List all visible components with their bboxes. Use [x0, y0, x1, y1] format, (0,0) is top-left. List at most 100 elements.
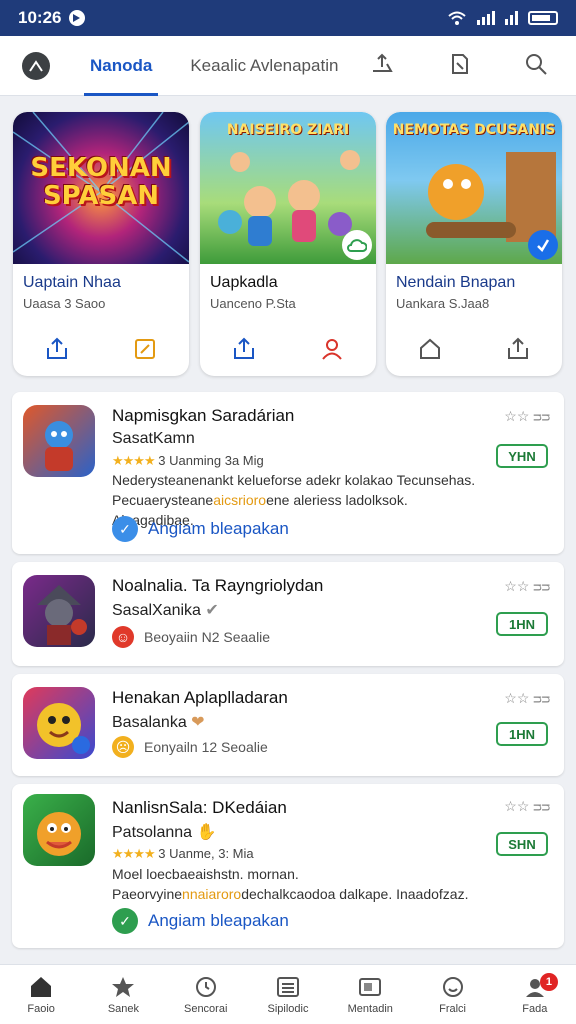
- app-description: Moel loecbaeaishstn. mornan. Paeorvyinen…: [112, 864, 492, 904]
- game-art: NEMOTAS DCUSANIS: [386, 112, 562, 264]
- app-name: Henakan Aplaplladaran: [112, 688, 288, 707]
- status-bar: 10:26: [0, 0, 576, 36]
- app-name: NanlisnSala: DKedáian: [112, 798, 287, 817]
- install-button[interactable]: 1HN: [496, 722, 548, 746]
- card-title: Nendain Bnapan: [396, 274, 516, 291]
- game-art: SEKONAN SPASAN: [13, 112, 189, 264]
- cloud-icon: [347, 239, 367, 252]
- top-tab-bar: Nanoda Keaalic Avlenapatin: [0, 36, 576, 96]
- nav-label: Fralci: [439, 1002, 466, 1015]
- verified-badge: [528, 230, 558, 260]
- share-icon[interactable]: [368, 50, 396, 78]
- app-developer: Patsolanna ✋: [112, 824, 217, 841]
- nav-media[interactable]: Mentadin: [329, 965, 411, 1024]
- description-line: Moel loecbaeaishstn. mornan.: [112, 866, 299, 882]
- status-time: 10:26: [18, 8, 62, 27]
- promo-link[interactable]: ✓ Angiam bleapakan: [112, 908, 289, 934]
- meta-label: Eonyailn 12 Seoalie: [144, 739, 268, 755]
- app-developer: SasalXanika ✔: [112, 602, 219, 619]
- meta-label: Beoyaiin N2 Seaalie: [144, 629, 271, 645]
- media-icon: [357, 975, 383, 999]
- game-art: NAISEIRO ZIARI: [200, 112, 376, 264]
- app-name: Napmisgkan Saradárian: [112, 406, 295, 425]
- list-item[interactable]: Napmisgkan Saradárian SasatKamn ★★★★ 3 U…: [12, 392, 564, 554]
- app-developer: Basalanka ❤: [112, 714, 205, 731]
- install-button[interactable]: YHN: [496, 444, 548, 468]
- share-icon[interactable]: [505, 336, 531, 362]
- rating-stars: ★★★★: [112, 453, 156, 468]
- app-developer: SasatKamn: [112, 430, 195, 447]
- account-icon: [29, 59, 43, 72]
- featured-card[interactable]: NAISEIRO ZIARI Uapkadla Uanceno P.Sta: [200, 112, 376, 376]
- tab-nanoda[interactable]: Nanoda: [83, 36, 159, 96]
- promo-label: Angiam bleapakan: [148, 519, 289, 538]
- nav-apps[interactable]: Sencorai: [165, 965, 247, 1024]
- description-line: Nederysteanenankt kelueforse adekr kolak…: [112, 472, 476, 488]
- install-button[interactable]: SHN: [496, 832, 548, 856]
- promo-label: Angiam bleapakan: [148, 911, 289, 930]
- rating-text: 3 Uanme, 3: Mia: [158, 846, 254, 861]
- game-art-title: NEMOTAS DCUSANIS: [392, 122, 556, 138]
- home-outline-icon[interactable]: [417, 336, 443, 362]
- card-subtitle: Uankara S.Jaa8: [396, 296, 490, 311]
- app-rating: ★★★★ 3 Uanme, 3: Mia: [112, 846, 254, 862]
- nav-label: Sipilodic: [267, 1002, 309, 1015]
- install-button[interactable]: 1HN: [496, 612, 548, 636]
- tab-second[interactable]: Keaalic Avlenapatin: [190, 36, 338, 96]
- bookmark-icon[interactable]: [446, 50, 474, 78]
- nav-library[interactable]: Sipilodic: [247, 965, 329, 1024]
- bottom-navigation: Faoio Sanek Sencorai Sipilodic Mentadin …: [0, 964, 576, 1024]
- nav-label: Fada: [522, 1002, 548, 1015]
- telegram-icon: [69, 10, 86, 26]
- wishlist-stars-icon[interactable]: ☆☆ ᴝᴝ: [504, 408, 550, 425]
- signal-2-icon: [505, 11, 518, 25]
- list-item[interactable]: Henakan Aplaplladaran Basalanka ❤ ☹ Eony…: [12, 674, 564, 776]
- nav-home[interactable]: Faoio: [0, 965, 82, 1024]
- card-subtitle: Uaasa 3 Saoo: [23, 296, 106, 311]
- card-title: Uapkadla: [210, 274, 278, 291]
- nav-friends[interactable]: Fralci: [411, 965, 493, 1024]
- rating-stars: ★★★★: [112, 846, 156, 861]
- app-meta: ☺ Beoyaiin N2 Seaalie: [112, 626, 270, 648]
- wishlist-stars-icon[interactable]: ☆☆ ᴝᴝ: [504, 690, 550, 707]
- nav-label: Faoio: [27, 1002, 55, 1015]
- featured-card[interactable]: NEMOTAS DCUSANIS Nendain Bnapan Uankara …: [386, 112, 562, 376]
- account-avatar[interactable]: [22, 51, 50, 80]
- edit-icon[interactable]: [132, 336, 158, 362]
- nav-label: Sanek: [107, 1002, 140, 1015]
- app-rating: ★★★★ 3 Uanming 3a Mig: [112, 453, 264, 469]
- signal-icon: [477, 11, 495, 25]
- app-icon: [23, 575, 95, 647]
- user-icon[interactable]: [319, 336, 345, 362]
- emoji-icon: ☹: [112, 736, 134, 758]
- list-item[interactable]: NanlisnSala: DKedáian Patsolanna ✋ ★★★★ …: [12, 784, 564, 948]
- search-icon[interactable]: [522, 50, 550, 78]
- clock-icon: [193, 975, 219, 999]
- wishlist-stars-icon[interactable]: ☆☆ ᴝᴝ: [504, 578, 550, 595]
- app-meta: ☹ Eonyailn 12 Seoalie: [112, 736, 268, 758]
- app-icon: [23, 794, 95, 866]
- description-line: Paeorvyinennaiarorodechalkcaodoa dalkape…: [112, 886, 469, 902]
- emoji-icon: ☺: [112, 626, 134, 648]
- list-item[interactable]: Noalnalia. Ta Rayngriolydan SasalXanika …: [12, 562, 564, 666]
- nav-label: Mentadin: [347, 1002, 393, 1015]
- game-art-title: SEKONAN SPASAN: [30, 153, 172, 211]
- card-subtitle: Uanceno P.Sta: [210, 296, 296, 311]
- nav-games[interactable]: Sanek: [82, 965, 164, 1024]
- share-icon[interactable]: [44, 336, 70, 362]
- app-icon: [23, 687, 95, 759]
- wishlist-stars-icon[interactable]: ☆☆ ᴝᴝ: [504, 798, 550, 815]
- nav-label: Sencorai: [183, 1002, 228, 1015]
- home-icon: [28, 975, 54, 999]
- promo-link[interactable]: ✓ Angiam bleapakan: [112, 516, 289, 542]
- featured-card[interactable]: SEKONAN SPASAN Uaptain Nhaa Uaasa 3 Saoo: [13, 112, 189, 376]
- app-name: Noalnalia. Ta Rayngriolydan: [112, 576, 324, 595]
- star-icon: [110, 975, 136, 999]
- notification-badge: 1: [539, 973, 558, 991]
- verified-icon: ✔: [205, 602, 219, 619]
- install-badge: [342, 230, 372, 260]
- promo-icon: ✓: [112, 908, 138, 934]
- nav-profile[interactable]: Fada 1: [494, 965, 576, 1024]
- smile-icon: [440, 975, 466, 999]
- share-icon[interactable]: [231, 336, 257, 362]
